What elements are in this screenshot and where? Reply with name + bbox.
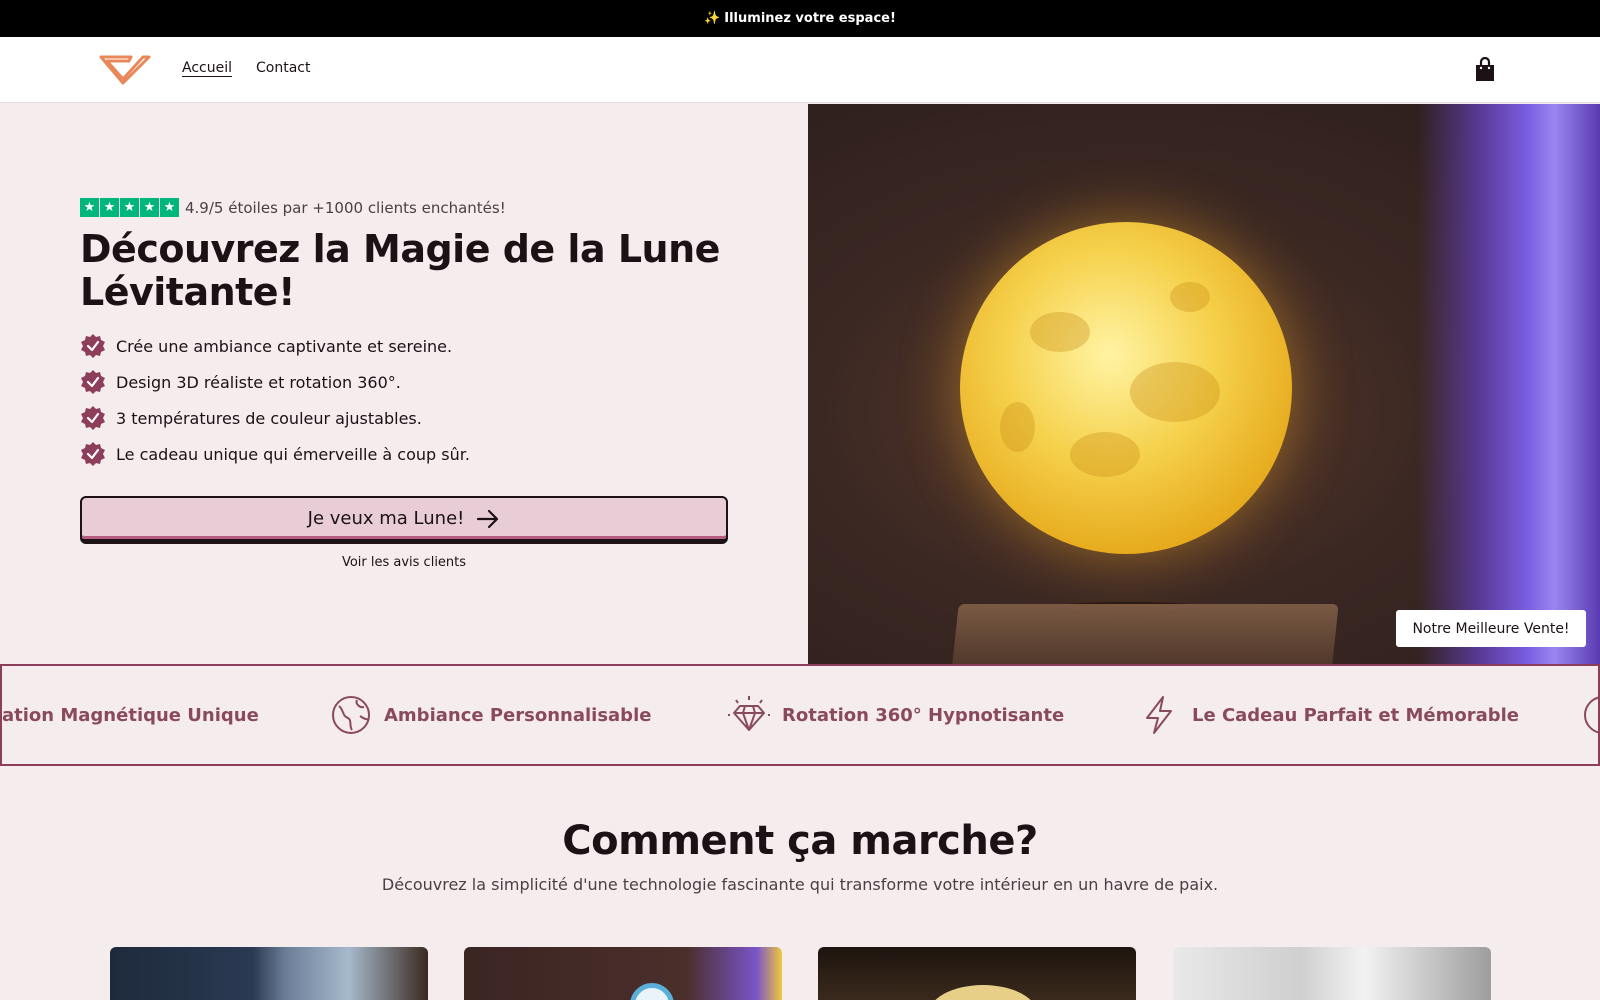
hero-image: Notre Meilleure Vente! — [808, 104, 1600, 664]
sparkles-icon: ✨ — [704, 11, 721, 26]
marquee-label: ation Magnétique Unique — [2, 704, 259, 726]
step-image — [464, 947, 782, 1000]
site-header: Accueil Contact — [0, 37, 1600, 103]
reviews-link[interactable]: Voir les avis clients — [80, 555, 728, 570]
feature-text: Le cadeau unique qui émerveille à coup s… — [116, 444, 470, 464]
marquee-item: Le Cadeau Parfait et Mémorable — [1138, 666, 1519, 764]
star-icon: ★ — [100, 198, 119, 217]
trustpilot-stars: ★ ★ ★ ★ ★ — [80, 198, 179, 217]
moon-lamp — [960, 222, 1292, 554]
star-icon: ★ — [160, 198, 179, 217]
cta-label: Je veux ma Lune! — [307, 508, 465, 529]
check-badge-icon — [81, 370, 105, 394]
feature-item: Le cadeau unique qui émerveille à coup s… — [80, 436, 470, 472]
feature-item: 3 températures de couleur ajustables. — [80, 400, 470, 436]
how-it-works-subtitle: Découvrez la simplicité d'une technologi… — [381, 875, 1219, 894]
feature-item: Crée une ambiance captivante et sereine. — [80, 328, 470, 364]
hero-content: ★ ★ ★ ★ ★ 4.9/5 étoiles par +1000 client… — [0, 104, 808, 664]
feature-text: Design 3D réaliste et rotation 360°. — [116, 372, 401, 392]
star-icon: ★ — [140, 198, 159, 217]
feature-marquee: ation Magnétique Unique Ambiance Personn… — [0, 664, 1600, 766]
marquee-item: Ambiance Personnalisable — [330, 666, 651, 764]
v-logo[interactable] — [99, 53, 151, 87]
wooden-base — [951, 604, 1339, 664]
how-it-works-title: Comment ça marche? — [562, 818, 1038, 864]
buy-moon-button[interactable]: Je veux ma Lune! — [80, 496, 728, 544]
marquee-item: ation Magnétique Unique — [2, 666, 259, 764]
marquee-label: Ambiance Personnalisable — [384, 704, 652, 726]
clock-icon — [1584, 696, 1598, 734]
announcement-bar: ✨ Illuminez votre espace! — [0, 0, 1600, 37]
rating-text: 4.9/5 étoiles par +1000 clients enchanté… — [185, 198, 506, 217]
marquee-item: Rotation 360° Hypnotisante — [728, 666, 1064, 764]
feature-text: 3 températures de couleur ajustables. — [116, 408, 422, 428]
star-icon: ★ — [120, 198, 139, 217]
check-badge-icon — [81, 406, 105, 430]
globe-icon — [332, 696, 370, 734]
nav-link-accueil[interactable]: Accueil — [182, 60, 232, 76]
announcement-text: Illuminez votre espace! — [724, 11, 896, 26]
step-image — [818, 947, 1136, 1000]
best-seller-badge: Notre Meilleure Vente! — [1396, 610, 1586, 647]
marquee-label: Rotation 360° Hypnotisante — [782, 704, 1065, 726]
step-image — [110, 947, 428, 1000]
star-icon: ★ — [80, 198, 99, 217]
check-badge-icon — [81, 334, 105, 358]
feature-list: Crée une ambiance captivante et sereine.… — [80, 328, 470, 472]
marquee-item — [1582, 666, 1598, 764]
lightning-icon — [1146, 696, 1172, 734]
check-badge-icon — [81, 442, 105, 466]
feature-text: Crée une ambiance captivante et sereine. — [116, 336, 453, 356]
marquee-label: Le Cadeau Parfait et Mémorable — [1192, 704, 1519, 726]
diamond-icon — [728, 696, 770, 731]
rating-row: ★ ★ ★ ★ ★ 4.9/5 étoiles par +1000 client… — [80, 198, 506, 217]
nav-link-contact[interactable]: Contact — [256, 60, 310, 76]
feature-item: Design 3D réaliste et rotation 360°. — [80, 364, 470, 400]
arrow-right-icon — [477, 509, 499, 528]
step-image — [1173, 947, 1491, 1000]
hero-title: Découvrez la Magie de la Lune Lévitante! — [80, 227, 720, 314]
violet-light — [1418, 104, 1600, 664]
shopping-bag-icon[interactable] — [1473, 57, 1497, 83]
main-nav: Accueil Contact — [182, 60, 310, 76]
